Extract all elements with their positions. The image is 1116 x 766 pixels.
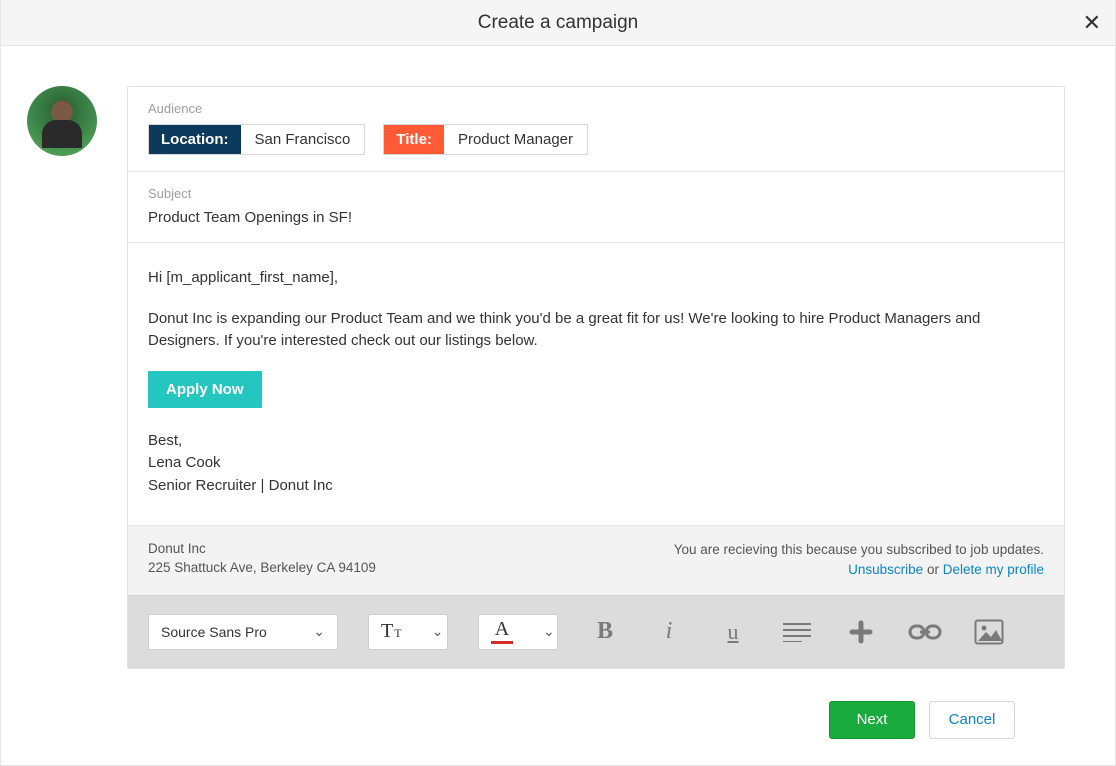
- footer-notice: You are recieving this because you subsc…: [674, 540, 1044, 560]
- email-footer: Donut Inc 225 Shattuck Ave, Berkeley CA …: [128, 525, 1064, 595]
- font-color-select[interactable]: A ⌄: [478, 614, 558, 650]
- footer-company: Donut Inc: [148, 540, 376, 559]
- audience-tag-location[interactable]: Location: San Francisco: [148, 124, 365, 155]
- audience-tag-title[interactable]: Title: Product Manager: [383, 124, 588, 155]
- font-family-value: Source Sans Pro: [161, 624, 267, 640]
- modal-actions: Next Cancel: [127, 669, 1065, 739]
- chevron-down-icon: ⌄: [432, 623, 444, 640]
- modal-body: Audience Location: San Francisco Title: …: [1, 46, 1115, 765]
- apply-now-button[interactable]: Apply Now: [148, 371, 262, 408]
- email-body-editor[interactable]: Hi [m_applicant_first_name], Donut Inc i…: [128, 243, 1064, 525]
- content-column: Audience Location: San Francisco Title: …: [127, 86, 1065, 739]
- modal-header: Create a campaign ✕: [1, 0, 1115, 46]
- tag-value: San Francisco: [241, 125, 365, 154]
- signoff-name: Lena Cook: [148, 452, 1044, 475]
- unsubscribe-link[interactable]: Unsubscribe: [848, 562, 923, 577]
- close-button[interactable]: ✕: [1083, 12, 1101, 34]
- image-button[interactable]: [972, 615, 1006, 649]
- email-paragraph: Donut Inc is expanding our Product Team …: [148, 308, 1044, 353]
- cancel-button[interactable]: Cancel: [929, 701, 1015, 739]
- close-icon: ✕: [1083, 10, 1101, 35]
- footer-notice-block: You are recieving this because you subsc…: [674, 540, 1044, 581]
- footer-or: or: [923, 562, 943, 577]
- email-signature: Best, Lena Cook Senior Recruiter | Donut…: [148, 430, 1044, 498]
- chevron-down-icon: ⌄: [543, 623, 555, 640]
- align-button[interactable]: [780, 615, 814, 649]
- create-campaign-modal: Create a campaign ✕ Audience Location: S…: [0, 0, 1116, 766]
- modal-title: Create a campaign: [478, 12, 639, 34]
- tag-key: Title:: [384, 125, 444, 154]
- link-icon: [908, 622, 942, 642]
- delete-profile-link[interactable]: Delete my profile: [943, 562, 1044, 577]
- bold-button[interactable]: B: [588, 615, 622, 649]
- next-button[interactable]: Next: [829, 701, 915, 739]
- signoff-title: Senior Recruiter | Donut Inc: [148, 475, 1044, 498]
- font-color-icon: A: [491, 619, 513, 644]
- avatar: [27, 86, 97, 156]
- subject-label: Subject: [148, 186, 1044, 201]
- footer-company-block: Donut Inc 225 Shattuck Ave, Berkeley CA …: [148, 540, 376, 581]
- font-size-icon: TT: [381, 620, 402, 643]
- link-button[interactable]: [908, 615, 942, 649]
- chevron-down-icon: ⌄: [313, 623, 325, 640]
- underline-button[interactable]: u: [716, 615, 750, 649]
- editor-toolbar: Source Sans Pro ⌄ TT ⌄ A ⌄ B: [128, 595, 1064, 668]
- audience-tags: Location: San Francisco Title: Product M…: [148, 124, 1044, 155]
- bold-icon: B: [597, 618, 613, 645]
- tag-value: Product Manager: [444, 125, 587, 154]
- footer-address: 225 Shattuck Ave, Berkeley CA 94109: [148, 559, 376, 578]
- composer-card: Audience Location: San Francisco Title: …: [127, 86, 1065, 669]
- italic-icon: i: [666, 618, 673, 645]
- signoff-line: Best,: [148, 430, 1044, 453]
- audience-label: Audience: [148, 101, 1044, 116]
- audience-section: Audience Location: San Francisco Title: …: [128, 87, 1064, 172]
- subject-value[interactable]: Product Team Openings in SF!: [148, 209, 1044, 226]
- plus-icon: [849, 620, 873, 644]
- insert-button[interactable]: [844, 615, 878, 649]
- font-size-select[interactable]: TT ⌄: [368, 614, 448, 650]
- email-greeting: Hi [m_applicant_first_name],: [148, 267, 1044, 290]
- subject-section: Subject Product Team Openings in SF!: [128, 172, 1064, 243]
- font-family-select[interactable]: Source Sans Pro ⌄: [148, 614, 338, 650]
- italic-button[interactable]: i: [652, 615, 686, 649]
- align-icon: [782, 622, 812, 642]
- footer-links: Unsubscribe or Delete my profile: [674, 560, 1044, 580]
- tag-key: Location:: [149, 125, 241, 154]
- underline-icon: u: [728, 619, 739, 645]
- image-icon: [974, 619, 1004, 645]
